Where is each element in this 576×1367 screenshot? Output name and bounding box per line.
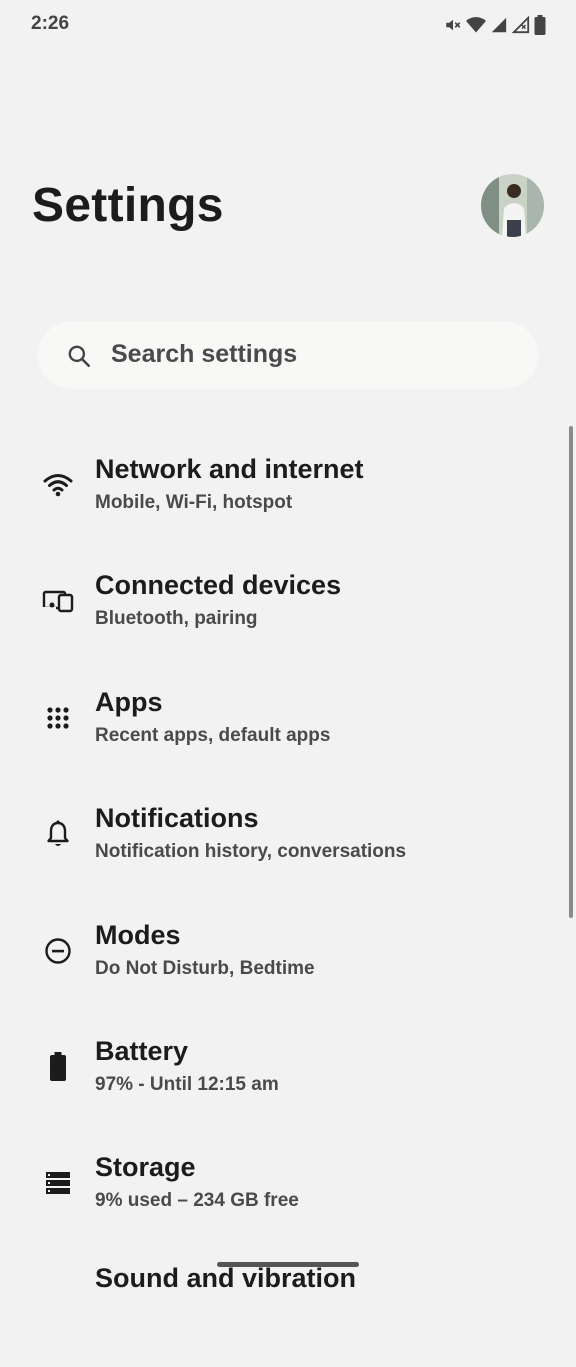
item-title: Apps <box>95 686 163 717</box>
settings-item-storage[interactable]: Storage 9% used – 234 GB free <box>0 1134 576 1250</box>
search-bar[interactable]: Search settings <box>38 321 538 389</box>
settings-item-sound[interactable]: Sound and vibration <box>0 1251 576 1367</box>
apps-grid-icon <box>42 702 74 734</box>
page-title: Settings <box>32 179 224 232</box>
wifi-icon <box>42 469 74 501</box>
search-icon <box>66 343 92 374</box>
bell-icon <box>42 818 74 850</box>
wifi-icon <box>466 16 486 34</box>
item-subtitle: Do Not Disturb, Bedtime <box>95 957 315 979</box>
item-title: Sound and vibration <box>95 1262 356 1293</box>
signal-icon <box>490 16 508 34</box>
gesture-nav-handle[interactable] <box>217 1262 359 1267</box>
item-subtitle: Mobile, Wi-Fi, hotspot <box>95 492 293 513</box>
mute-vibrate-icon <box>444 16 462 34</box>
item-subtitle: 9% used – 234 GB free <box>95 1190 299 1212</box>
search-placeholder: Search settings <box>111 340 298 368</box>
profile-avatar[interactable] <box>481 174 544 237</box>
item-title: Network and internet <box>95 454 364 484</box>
item-title: Connected devices <box>95 570 342 601</box>
scrollbar[interactable] <box>569 426 573 918</box>
do-not-disturb-icon <box>42 935 74 967</box>
settings-list: Network and internet Mobile, Wi-Fi, hots… <box>0 436 576 1367</box>
item-subtitle: 97% - Until 12:15 am <box>95 1073 279 1095</box>
battery-icon <box>534 15 546 35</box>
signal-no-data-icon <box>512 16 530 34</box>
status-bar: 2:26 <box>0 0 576 48</box>
item-title: Storage <box>95 1152 196 1183</box>
item-title: Modes <box>95 919 181 950</box>
item-title: Battery <box>95 1035 189 1066</box>
status-time: 2:26 <box>31 13 70 34</box>
item-subtitle: Notification history, conversations <box>95 841 407 863</box>
settings-item-notifications[interactable]: Notifications Notification history, conv… <box>0 785 576 901</box>
storage-icon <box>42 1167 74 1199</box>
item-subtitle: Recent apps, default apps <box>95 724 331 746</box>
settings-item-connected-devices[interactable]: Connected devices Bluetooth, pairing <box>0 552 576 668</box>
item-subtitle: Bluetooth, pairing <box>95 608 258 630</box>
settings-item-battery[interactable]: Battery 97% - Until 12:15 am <box>0 1018 576 1134</box>
settings-item-network[interactable]: Network and internet Mobile, Wi-Fi, hots… <box>0 436 576 552</box>
settings-item-modes[interactable]: Modes Do Not Disturb, Bedtime <box>0 902 576 1018</box>
settings-item-apps[interactable]: Apps Recent apps, default apps <box>0 669 576 785</box>
battery-icon <box>42 1051 74 1083</box>
devices-icon <box>42 585 74 617</box>
status-icons <box>444 15 546 35</box>
item-title: Notifications <box>95 803 259 834</box>
